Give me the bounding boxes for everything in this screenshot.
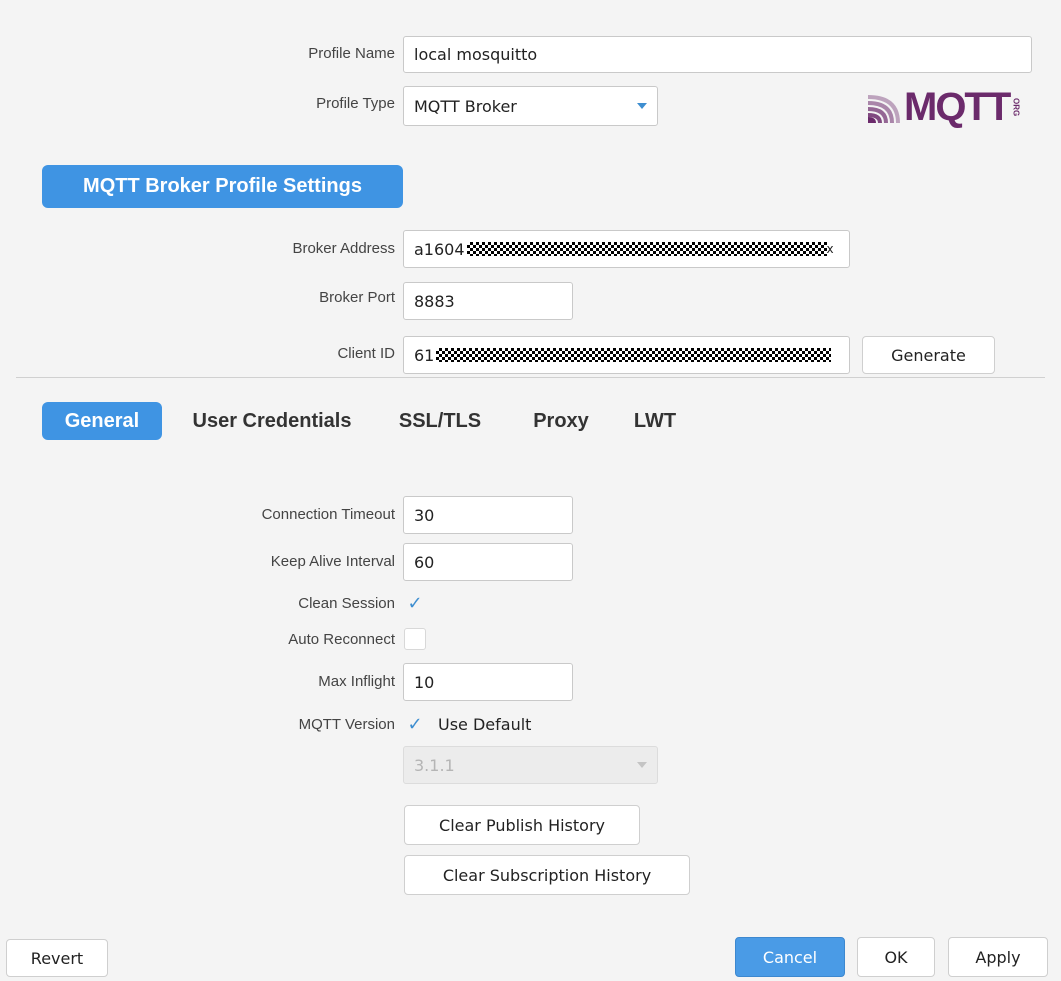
profile-type-select[interactable]: MQTT Broker (403, 86, 658, 126)
redacted-mask (466, 242, 827, 256)
max-inflight-label: Max Inflight (318, 673, 395, 690)
chevron-down-icon (637, 103, 647, 109)
checkmark-icon: ✓ (407, 593, 423, 614)
use-default-label: Use Default (438, 715, 532, 734)
checkmark-icon: ✓ (407, 714, 423, 735)
client-id-input[interactable]: 61 (403, 336, 850, 374)
broker-address-label: Broker Address (292, 240, 395, 257)
keep-alive-input[interactable]: 60 (403, 543, 573, 581)
max-inflight-input[interactable]: 10 (403, 663, 573, 701)
client-id-label: Client ID (337, 345, 395, 362)
apply-button[interactable]: Apply (948, 937, 1048, 977)
section-divider (16, 377, 1045, 378)
redacted-mask (436, 348, 832, 362)
ok-button[interactable]: OK (857, 937, 935, 977)
generate-button[interactable]: Generate (862, 336, 995, 374)
broker-settings-heading: MQTT Broker Profile Settings (42, 165, 403, 208)
connection-timeout-input[interactable]: 30 (403, 496, 573, 534)
logo-text: MQTT (904, 85, 1011, 129)
mqtt-version-label: MQTT Version (298, 716, 395, 733)
chevron-down-icon (637, 762, 647, 768)
profile-type-value: MQTT Broker (414, 96, 517, 116)
clean-session-label: Clean Session (298, 595, 395, 612)
auto-reconnect-checkbox[interactable] (404, 628, 426, 650)
connection-timeout-label: Connection Timeout (261, 506, 395, 523)
revert-button[interactable]: Revert (6, 939, 108, 977)
broker-address-tail: x (826, 242, 834, 256)
mqtt-version-value: 3.1.1 (414, 755, 455, 775)
signal-waves-icon (868, 95, 900, 123)
mqtt-logo: MQTT ORG (866, 86, 1036, 128)
profile-name-label: Profile Name (308, 45, 395, 62)
broker-port-label: Broker Port (319, 289, 395, 306)
use-default-checkbox[interactable]: ✓ (404, 714, 426, 736)
broker-port-input[interactable]: 8883 (403, 282, 573, 320)
tab-lwt[interactable]: LWT (620, 402, 690, 440)
broker-address-input[interactable]: a1604 x (403, 230, 850, 268)
max-inflight-value: 10 (414, 672, 435, 692)
logo-suffix: ORG (1011, 97, 1021, 117)
tab-ssl-tls[interactable]: SSL/TLS (382, 402, 498, 440)
broker-address-value: a1604 (414, 239, 465, 259)
profile-name-value: local mosquitto (414, 45, 538, 64)
connection-timeout-value: 30 (414, 505, 435, 525)
keep-alive-value: 60 (414, 552, 435, 572)
client-id-value: 61 (414, 345, 435, 365)
tab-user-credentials[interactable]: User Credentials (176, 402, 368, 440)
clear-publish-history-button[interactable]: Clear Publish History (404, 805, 640, 845)
tab-general[interactable]: General (42, 402, 162, 440)
broker-port-value: 8883 (414, 291, 455, 311)
clear-subscription-history-button[interactable]: Clear Subscription History (404, 855, 690, 895)
profile-type-label: Profile Type (316, 95, 395, 112)
tab-proxy[interactable]: Proxy (520, 402, 602, 440)
keep-alive-label: Keep Alive Interval (270, 553, 395, 570)
cancel-button[interactable]: Cancel (735, 937, 845, 977)
mqtt-version-select[interactable]: 3.1.1 (403, 746, 658, 784)
auto-reconnect-label: Auto Reconnect (288, 631, 395, 648)
clean-session-checkbox[interactable]: ✓ (404, 593, 426, 615)
profile-name-input[interactable]: local mosquitto (403, 36, 1032, 73)
